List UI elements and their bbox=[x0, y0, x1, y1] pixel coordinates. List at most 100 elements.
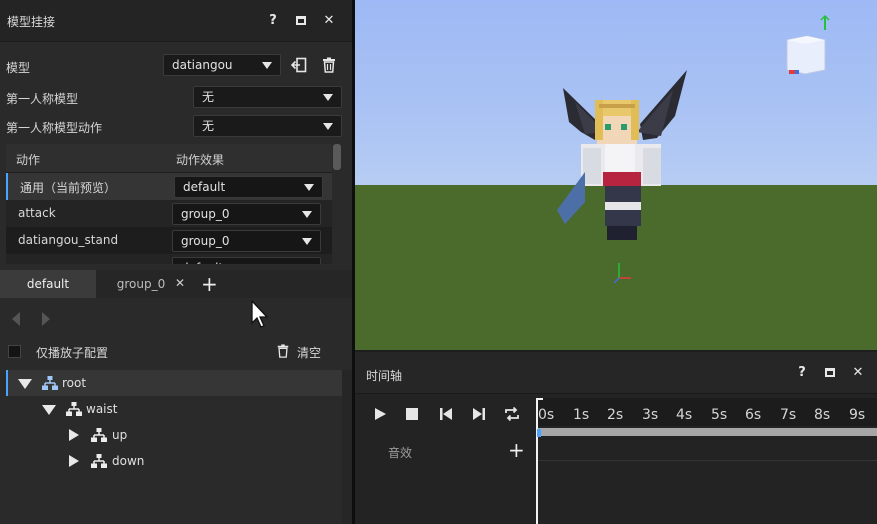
effect-select[interactable]: group_0 bbox=[172, 203, 321, 225]
table-row[interactable]: datiangou_stand group_0 bbox=[6, 227, 332, 254]
loop-icon[interactable] bbox=[504, 406, 520, 422]
track-divider bbox=[538, 460, 877, 461]
add-track-icon[interactable]: + bbox=[508, 438, 525, 462]
origin-axis-icon bbox=[613, 263, 631, 284]
chevron-down-icon bbox=[302, 211, 312, 218]
play-icon[interactable] bbox=[373, 407, 387, 421]
bone-tree: root waist up down bbox=[6, 370, 342, 524]
effect-select[interactable]: group_0 bbox=[172, 230, 321, 252]
table-row[interactable]: default bbox=[6, 254, 332, 264]
chevron-down-icon bbox=[323, 123, 333, 130]
add-tab-icon[interactable]: + bbox=[201, 272, 218, 296]
config-tabs: default group_0 ✕ + bbox=[0, 270, 352, 298]
only-play-child-checkbox[interactable] bbox=[8, 345, 21, 358]
only-play-child-label: 仅播放子配置 bbox=[36, 346, 109, 360]
next-arrow-icon[interactable] bbox=[42, 312, 50, 326]
column-header-effect: 动作效果 bbox=[176, 153, 225, 167]
prev-arrow-icon[interactable] bbox=[12, 312, 20, 326]
ruler-tick: 5s bbox=[711, 407, 728, 423]
ruler-tick: 1s bbox=[573, 407, 590, 423]
first-person-model-label: 第一人称模型 bbox=[6, 92, 79, 106]
tree-scrollbar[interactable] bbox=[342, 370, 352, 524]
clear-button[interactable]: 清空 bbox=[297, 344, 321, 361]
action-cell: 通用（当前预览） bbox=[20, 181, 117, 195]
model-attach-panel: 模型挂接 ? ✕ 模型 datiangou 第一人称模型 无 第一人称模型动作 … bbox=[0, 0, 352, 524]
effect-select[interactable]: default bbox=[174, 176, 323, 198]
range-handle[interactable] bbox=[537, 429, 541, 437]
first-person-model-select[interactable]: 无 bbox=[193, 86, 342, 108]
action-cell: attack bbox=[18, 206, 56, 220]
panel-title: 模型挂接 bbox=[7, 15, 56, 29]
help-button[interactable]: ? bbox=[793, 364, 811, 382]
3d-viewport[interactable] bbox=[355, 0, 877, 350]
maximize-button[interactable] bbox=[292, 12, 310, 30]
trash-icon[interactable] bbox=[321, 57, 337, 73]
table-row[interactable]: attack group_0 bbox=[6, 200, 332, 227]
first-person-anim-value: 无 bbox=[202, 119, 215, 133]
timeline-panel: 时间轴 ? ✕ 0s 1s 2s 3s 4s 5s 6s 7s 8s 9s 音效… bbox=[355, 352, 877, 524]
tab-close-icon[interactable]: ✕ bbox=[175, 276, 185, 290]
ruler-tick: 6s bbox=[745, 407, 762, 423]
tab-group-0[interactable]: group_0 bbox=[106, 270, 176, 298]
tab-default[interactable]: default bbox=[0, 270, 96, 298]
ruler-tick: 9s bbox=[849, 407, 866, 423]
tree-node-root[interactable]: root bbox=[6, 370, 342, 396]
table-header: 动作 动作效果 bbox=[6, 144, 332, 172]
effect-value: group_0 bbox=[181, 234, 230, 248]
model-select-value: datiangou bbox=[172, 58, 233, 72]
tree-node-label: down bbox=[112, 454, 145, 468]
tree-node-label: waist bbox=[86, 402, 118, 416]
action-cell: datiangou_stand bbox=[18, 233, 119, 247]
action-table: 动作 动作效果 通用（当前预览） default attack group_0 … bbox=[6, 144, 332, 264]
first-person-anim-label: 第一人称模型动作 bbox=[6, 121, 103, 135]
bone-node-icon bbox=[66, 402, 82, 416]
timeline-title-bar: 时间轴 ? ✕ bbox=[355, 352, 877, 394]
effect-value: default bbox=[181, 261, 223, 264]
panel-title-bar: 模型挂接 ? ✕ bbox=[0, 0, 352, 42]
effect-value: group_0 bbox=[181, 207, 230, 221]
trash-icon[interactable] bbox=[276, 344, 290, 358]
tree-node-up[interactable]: up bbox=[6, 422, 342, 448]
skip-start-icon[interactable] bbox=[439, 407, 453, 421]
first-person-model-value: 无 bbox=[202, 90, 215, 104]
tree-node-waist[interactable]: waist bbox=[6, 396, 342, 422]
mouse-cursor-icon bbox=[250, 299, 270, 328]
chevron-down-icon bbox=[302, 238, 312, 245]
ruler-tick: 3s bbox=[642, 407, 659, 423]
model-label: 模型 bbox=[6, 61, 31, 75]
table-scrollbar[interactable] bbox=[333, 144, 341, 170]
chevron-down-icon bbox=[262, 62, 272, 69]
help-button[interactable]: ? bbox=[264, 12, 282, 30]
chevron-down-icon bbox=[323, 94, 333, 101]
playhead-marker bbox=[536, 398, 543, 405]
tree-node-label: root bbox=[62, 376, 87, 390]
effect-value: default bbox=[183, 180, 226, 194]
ruler-tick: 2s bbox=[607, 407, 624, 423]
close-button[interactable]: ✕ bbox=[849, 364, 867, 382]
skip-end-icon[interactable] bbox=[472, 407, 486, 421]
bone-node-icon bbox=[42, 376, 58, 390]
tree-node-label: up bbox=[112, 428, 128, 442]
model-select[interactable]: datiangou bbox=[163, 54, 281, 76]
expand-icon[interactable] bbox=[18, 379, 32, 389]
collapsed-icon[interactable] bbox=[69, 455, 79, 467]
first-person-anim-select[interactable]: 无 bbox=[193, 115, 342, 137]
close-button[interactable]: ✕ bbox=[320, 12, 338, 30]
bone-node-icon bbox=[91, 454, 107, 468]
tree-node-down[interactable]: down bbox=[6, 448, 342, 474]
expand-icon[interactable] bbox=[42, 405, 56, 415]
collapsed-icon[interactable] bbox=[69, 429, 79, 441]
table-row[interactable]: 通用（当前预览） default bbox=[6, 173, 332, 200]
effect-select[interactable]: default bbox=[172, 257, 321, 264]
ruler-tick: 8s bbox=[814, 407, 831, 423]
import-icon[interactable] bbox=[290, 57, 307, 73]
ruler-tick: 0s bbox=[538, 407, 555, 423]
ruler-tick: 7s bbox=[780, 407, 797, 423]
orientation-cube-icon[interactable] bbox=[779, 14, 835, 76]
maximize-button[interactable] bbox=[821, 364, 839, 382]
stop-icon[interactable] bbox=[406, 408, 418, 420]
bone-node-icon bbox=[91, 428, 107, 442]
ruler-tick: 4s bbox=[676, 407, 693, 423]
sound-track-label: 音效 bbox=[388, 446, 413, 460]
time-range-bar[interactable] bbox=[538, 428, 877, 436]
